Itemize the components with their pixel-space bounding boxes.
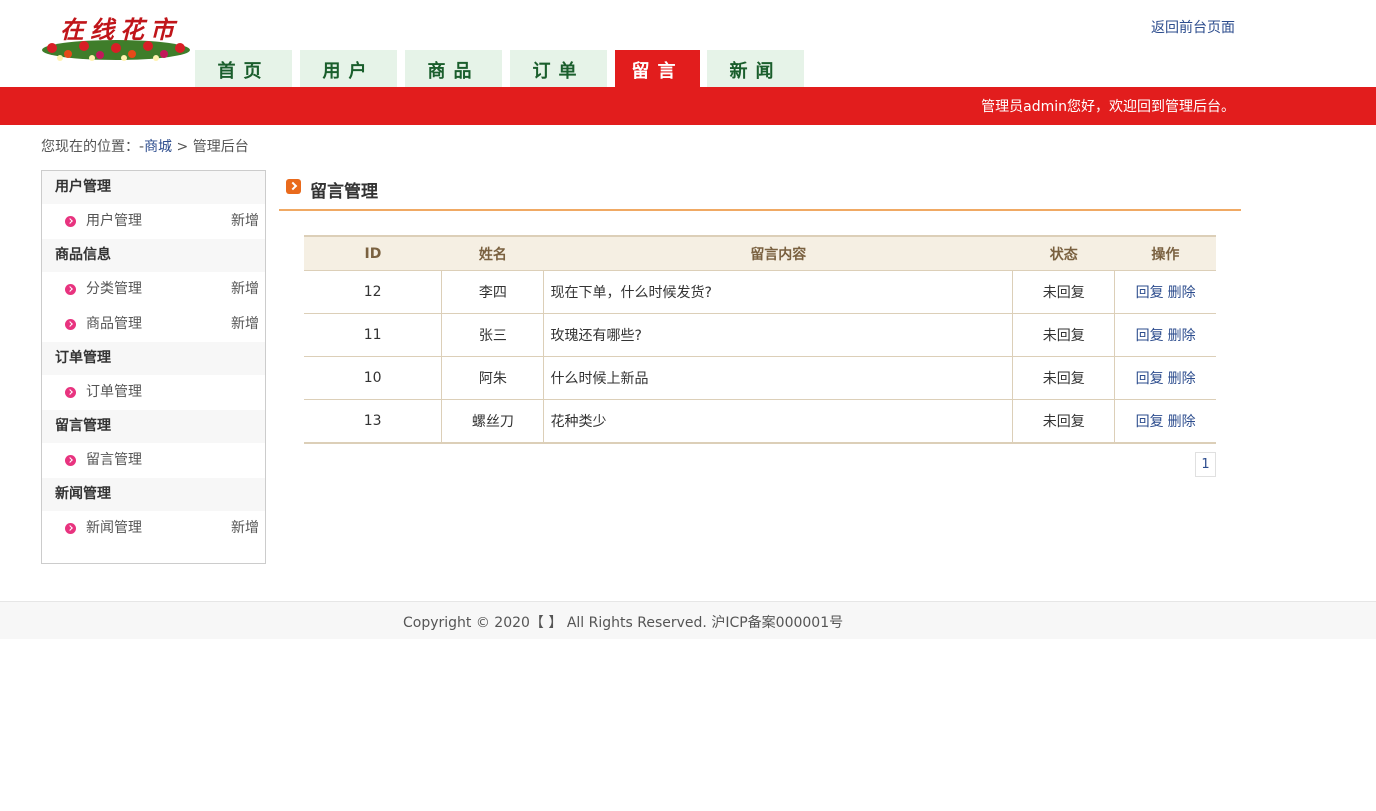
nav-tab-news[interactable]: 新闻 [707, 50, 804, 87]
cell-content: 现在下单，什么时候发货? [543, 270, 1014, 314]
sidebar-item-category-management[interactable]: 分类管理 新增 [42, 272, 265, 307]
sidebar-add-user-link[interactable]: 新增 [231, 204, 259, 239]
delete-link[interactable]: 删除 [1168, 371, 1196, 387]
nav-tab-home[interactable]: 首页 [195, 50, 292, 87]
reply-link[interactable]: 回复 [1136, 371, 1164, 387]
breadcrumb: 您现在的位置：-商城 > 管理后台 [41, 136, 249, 156]
column-header-name: 姓名 [441, 235, 544, 271]
breadcrumb-separator: > [172, 139, 193, 155]
bullet-arrow-icon [65, 319, 76, 330]
table-header-row: ID 姓名 留言内容 状态 操作 [304, 235, 1216, 271]
cell-id: 11 [304, 313, 443, 357]
cell-name: 阿朱 [441, 356, 545, 400]
nav-tab-orders[interactable]: 订单 [510, 50, 607, 87]
table-row: 11 张三 玫瑰还有哪些? 未回复 回复 删除 [304, 313, 1216, 357]
sidebar-item-label[interactable]: 新闻管理 [86, 511, 142, 546]
nav-tab-products[interactable]: 商品 [405, 50, 502, 87]
page-title: 留言管理 [310, 182, 378, 202]
sidebar-item-label[interactable]: 商品管理 [86, 307, 142, 342]
delete-link[interactable]: 删除 [1168, 285, 1196, 301]
sidebar: 用户管理 用户管理 新增 商品信息 分类管理 新增 商品管理 新增 订单管理 订… [41, 170, 266, 564]
sidebar-item-label[interactable]: 分类管理 [86, 272, 142, 307]
breadcrumb-link-mall[interactable]: 商城 [144, 139, 172, 155]
cell-status: 未回复 [1012, 356, 1116, 400]
sidebar-item-product-management[interactable]: 商品管理 新增 [42, 307, 265, 342]
sidebar-group-news: 新闻管理 [42, 478, 265, 511]
bullet-arrow-icon [65, 387, 76, 398]
cell-id: 12 [304, 270, 443, 314]
bullet-arrow-icon [65, 216, 76, 227]
sidebar-item-label[interactable]: 留言管理 [86, 443, 142, 478]
sidebar-group-orders: 订单管理 [42, 342, 265, 375]
reply-link[interactable]: 回复 [1136, 328, 1164, 344]
logo[interactable]: 在线花市 [40, 10, 192, 66]
welcome-bar: 管理员admin您好，欢迎回到管理后台。 [0, 87, 1376, 125]
logo-text: 在线花市 [60, 15, 180, 44]
nav-tab-messages[interactable]: 留言 [615, 50, 700, 87]
cell-name: 张三 [441, 313, 545, 357]
messages-table: ID 姓名 留言内容 状态 操作 12 李四 现在下单，什么时候发货? 未回复 … [304, 235, 1216, 444]
sidebar-group-products: 商品信息 [42, 239, 265, 272]
cell-status: 未回复 [1012, 313, 1116, 357]
sidebar-item-label[interactable]: 订单管理 [86, 375, 142, 410]
column-header-id: ID [304, 235, 442, 271]
sidebar-item-order-management[interactable]: 订单管理 [42, 375, 265, 410]
breadcrumb-prefix: 您现在的位置：- [41, 139, 145, 155]
bullet-arrow-icon [65, 455, 76, 466]
cell-id: 13 [304, 399, 443, 444]
back-to-frontend-link[interactable]: 返回前台页面 [1151, 17, 1235, 37]
cell-actions: 回复 删除 [1114, 270, 1216, 314]
reply-link[interactable]: 回复 [1136, 414, 1164, 430]
bullet-arrow-icon [65, 284, 76, 295]
sidebar-item-news-management[interactable]: 新闻管理 新增 [42, 511, 265, 546]
sidebar-add-product-link[interactable]: 新增 [231, 307, 259, 342]
nav-tab-users[interactable]: 用户 [300, 50, 397, 87]
cell-content: 什么时候上新品 [543, 356, 1014, 400]
sidebar-add-news-link[interactable]: 新增 [231, 511, 259, 546]
section-header: 留言管理 [279, 170, 1241, 211]
cell-content: 玫瑰还有哪些? [543, 313, 1014, 357]
table-row: 12 李四 现在下单，什么时候发货? 未回复 回复 删除 [304, 270, 1216, 314]
footer: Copyright © 2020【 】 All Rights Reserved.… [0, 601, 1376, 639]
sidebar-item-label[interactable]: 用户管理 [86, 204, 142, 239]
welcome-text: 管理员admin您好，欢迎回到管理后台。 [981, 99, 1235, 115]
cell-actions: 回复 删除 [1114, 313, 1216, 357]
cell-actions: 回复 删除 [1114, 399, 1216, 444]
bullet-arrow-icon [65, 523, 76, 534]
sidebar-item-message-management[interactable]: 留言管理 [42, 443, 265, 478]
cell-id: 10 [304, 356, 443, 400]
column-header-status: 状态 [1012, 235, 1115, 271]
sidebar-add-category-link[interactable]: 新增 [231, 272, 259, 307]
column-header-content: 留言内容 [543, 235, 1013, 271]
delete-link[interactable]: 删除 [1168, 328, 1196, 344]
column-header-actions: 操作 [1114, 235, 1216, 271]
sidebar-group-users: 用户管理 [42, 171, 265, 204]
table-row: 13 螺丝刀 花种类少 未回复 回复 删除 [304, 399, 1216, 444]
cell-name: 螺丝刀 [441, 399, 545, 444]
cell-status: 未回复 [1012, 270, 1116, 314]
cell-status: 未回复 [1012, 399, 1116, 444]
delete-link[interactable]: 删除 [1168, 414, 1196, 430]
chevron-right-icon [286, 179, 301, 194]
reply-link[interactable]: 回复 [1136, 285, 1164, 301]
breadcrumb-current: 管理后台 [192, 139, 249, 155]
sidebar-group-messages: 留言管理 [42, 410, 265, 443]
pagination-page-1[interactable]: 1 [1195, 452, 1216, 477]
sidebar-item-user-management[interactable]: 用户管理 新增 [42, 204, 265, 239]
cell-content: 花种类少 [543, 399, 1014, 444]
cell-name: 李四 [441, 270, 545, 314]
cell-actions: 回复 删除 [1114, 356, 1216, 400]
copyright-text: Copyright © 2020【 】 All Rights Reserved.… [403, 615, 844, 631]
table-row: 10 阿朱 什么时候上新品 未回复 回复 删除 [304, 356, 1216, 400]
header: 在线花市 首页 用户 商品 订单 留言 新闻 返回前台页面 [0, 0, 1376, 87]
